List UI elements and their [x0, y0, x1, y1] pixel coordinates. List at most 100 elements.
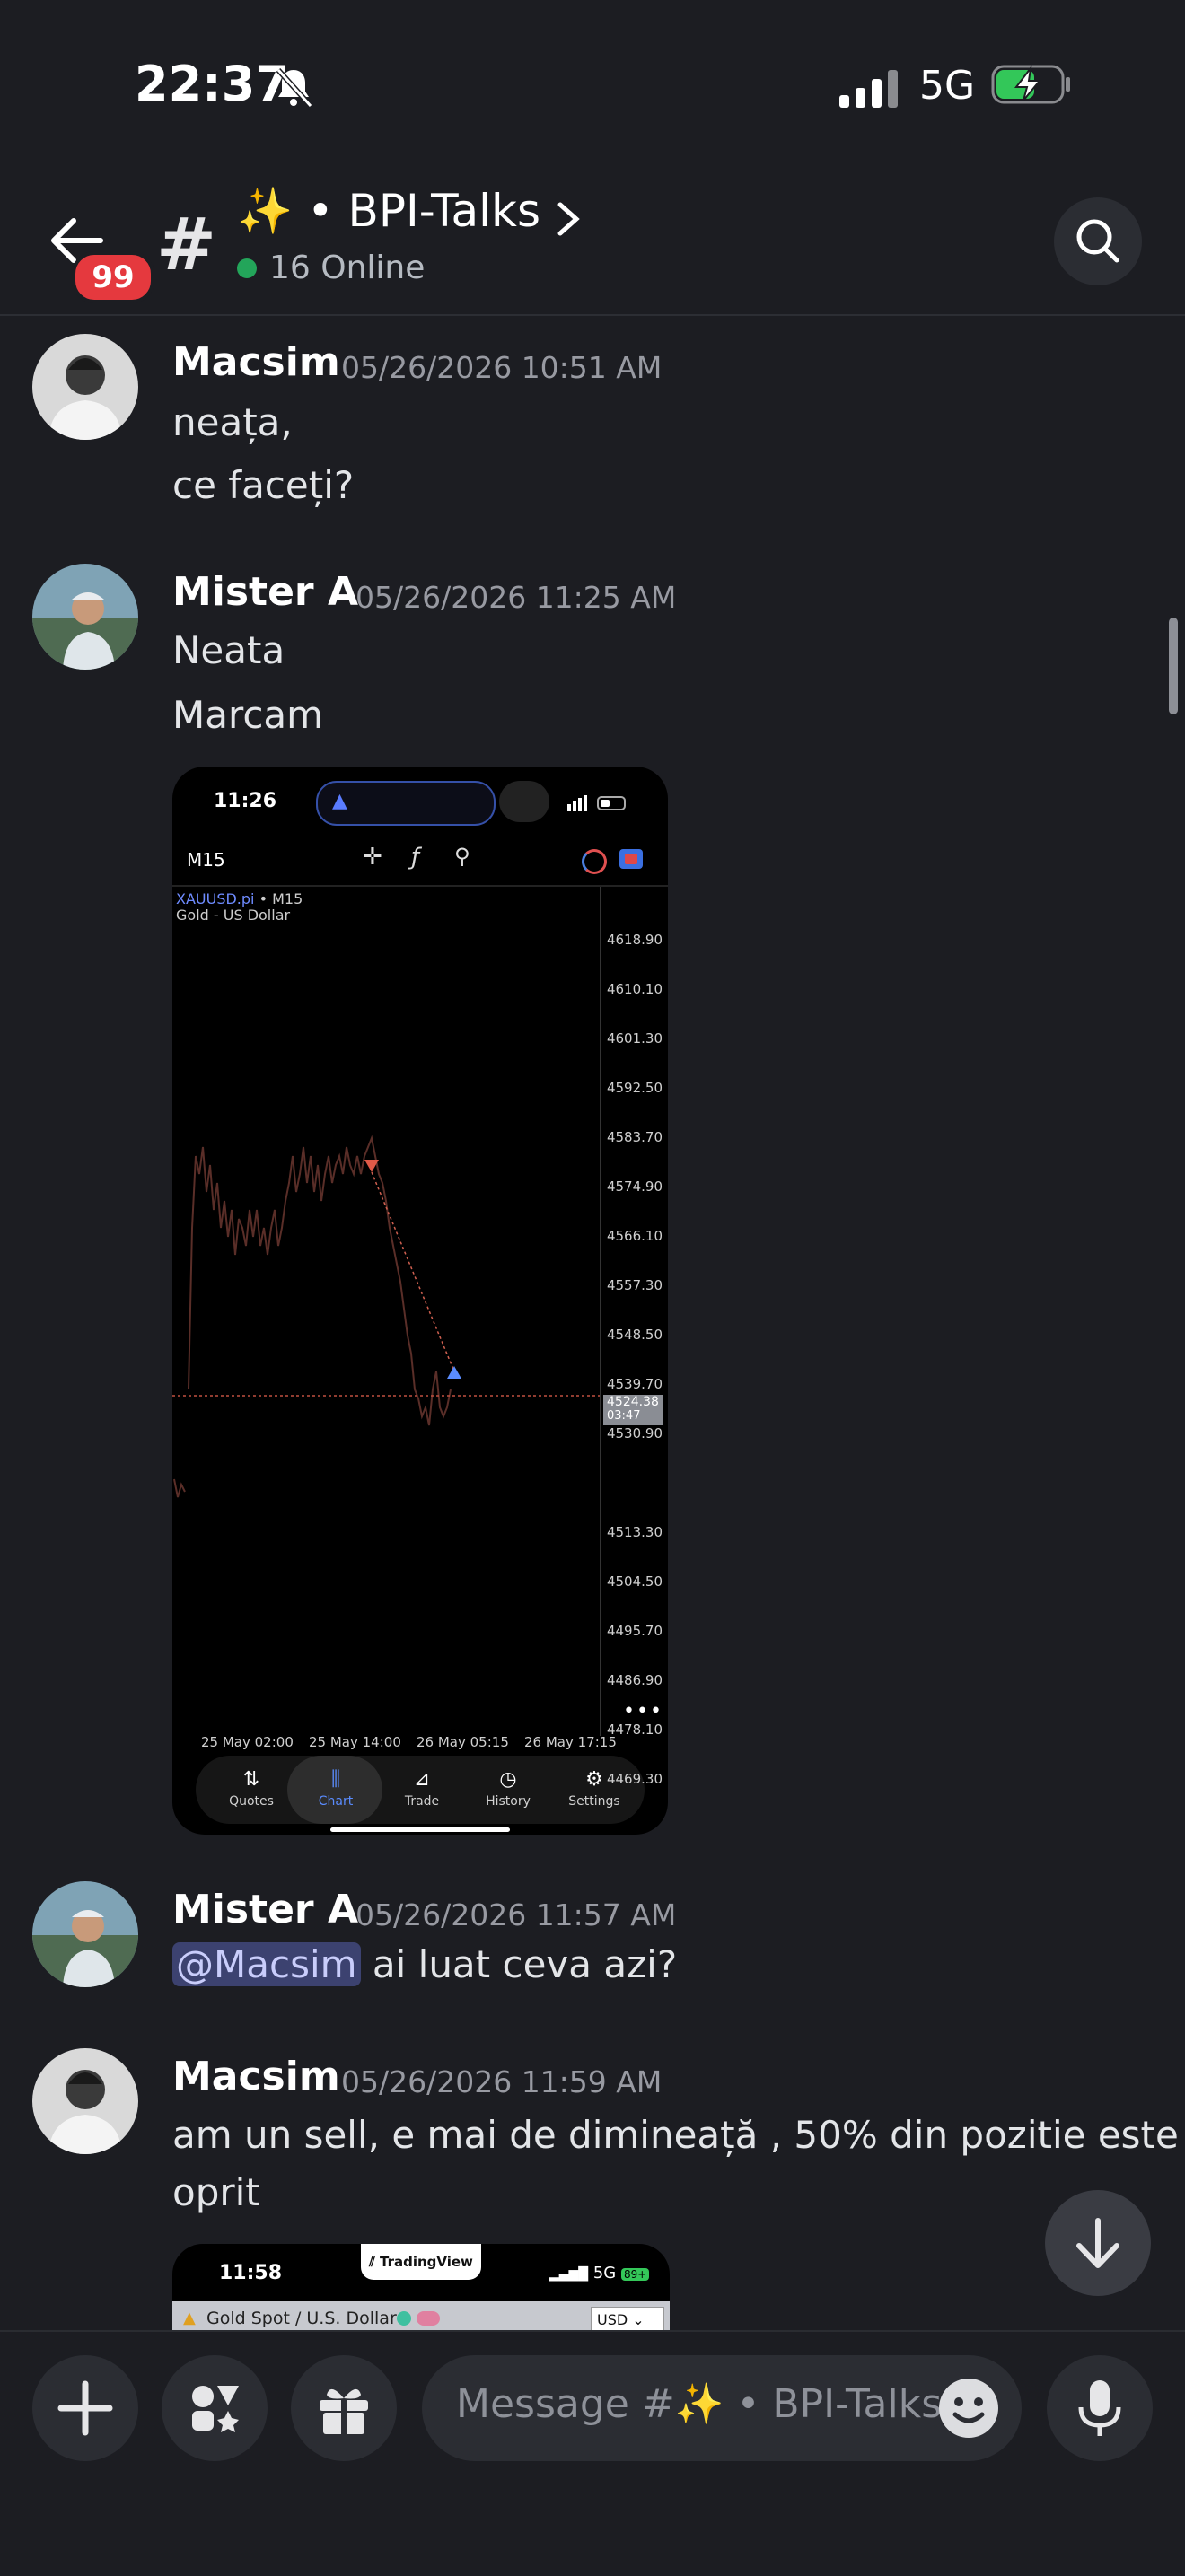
- microphone-icon: [1078, 2380, 1121, 2436]
- message-text: neața,: [172, 400, 293, 444]
- online-status-dot: [237, 258, 257, 278]
- user-mention[interactable]: @Macsim: [172, 1942, 361, 1986]
- price-tick-label: 4610.10: [606, 981, 663, 997]
- message-author[interactable]: Macsim: [172, 339, 340, 385]
- objects-icon[interactable]: ⚲: [454, 844, 470, 869]
- price-tick-label: 4495.70: [606, 1623, 663, 1639]
- signal-icon: [839, 68, 902, 108]
- unread-badge: 99: [72, 251, 154, 303]
- chart-icon: ⫼: [330, 1768, 341, 1791]
- date-tick-label: 25 May 14:00: [309, 1734, 401, 1750]
- voice-message-button[interactable]: [1047, 2355, 1153, 2461]
- currency-select[interactable]: USD ⌄: [591, 2307, 664, 2332]
- current-price-tag: 4524.38 03:47: [603, 1395, 663, 1425]
- date-tick-label: 26 May 17:15: [524, 1734, 617, 1750]
- message-author[interactable]: Macsim: [172, 2054, 340, 2099]
- price-tick-label: 4548.50: [606, 1327, 663, 1343]
- date-tick-label: 25 May 02:00: [201, 1734, 294, 1750]
- price-tick-label: 4618.90: [606, 932, 663, 948]
- apps-icon: [192, 2386, 239, 2432]
- message-timestamp: 05/26/2026 11:25 AM: [356, 580, 677, 615]
- dynamic-island: ▲: [316, 781, 496, 826]
- price-tick-label: 4574.90: [606, 1178, 663, 1195]
- tab-history[interactable]: ◷ History: [467, 1756, 549, 1809]
- price-tick-label: 4601.30: [606, 1030, 663, 1047]
- message-text: Marcam: [172, 693, 324, 737]
- date-tick-label: 26 May 05:15: [417, 1734, 509, 1750]
- message-timestamp: 05/26/2026 11:57 AM: [356, 1897, 677, 1932]
- phone-signal-icon: [567, 795, 630, 815]
- message-timestamp: 05/26/2026 11:59 AM: [341, 2064, 663, 2099]
- price-chart[interactable]: [172, 887, 601, 1736]
- search-button[interactable]: [1054, 197, 1142, 285]
- live-activity-icon: [499, 781, 549, 822]
- more-icon[interactable]: •••: [623, 1700, 663, 1722]
- price-tick-label: 4469.30: [606, 1771, 663, 1787]
- avatar[interactable]: [32, 1881, 138, 1987]
- phone-battery-badge: 89+: [620, 2268, 650, 2281]
- phone-signal-icon: ▂▄▆█: [549, 2267, 589, 2282]
- tab-trade[interactable]: ⊿ Trade: [381, 1756, 463, 1809]
- quotes-icon: ⇅: [242, 1768, 260, 1791]
- gift-icon: [320, 2388, 368, 2434]
- trade-toggle-icon[interactable]: [619, 849, 643, 869]
- message-author[interactable]: Mister A: [172, 1887, 358, 1932]
- price-tick-label: 4539.70: [606, 1376, 663, 1392]
- gold-warning-icon: ▲: [183, 2309, 196, 2327]
- phone-time: 11:26: [214, 790, 277, 812]
- timeframe-label[interactable]: M15: [187, 849, 225, 871]
- gift-button[interactable]: [291, 2355, 397, 2461]
- chevron-right-icon[interactable]: [555, 199, 582, 239]
- tab-quotes[interactable]: ⇅ Quotes: [210, 1756, 293, 1809]
- clock-icon[interactable]: [582, 849, 607, 874]
- header-divider: [0, 314, 1185, 316]
- apps-button[interactable]: [162, 2355, 268, 2461]
- message-author[interactable]: Mister A: [172, 569, 358, 615]
- phone-time: 11:58: [219, 2262, 283, 2284]
- tradingview-pill: ⫽ TradingView: [361, 2244, 481, 2280]
- message-text: oprit: [172, 2170, 260, 2214]
- add-attachment-button[interactable]: [32, 2355, 138, 2461]
- price-tick-label: 4513.30: [606, 1524, 663, 1540]
- tab-chart[interactable]: ⫼ Chart: [294, 1756, 377, 1809]
- avatar[interactable]: [32, 334, 138, 440]
- tab-bar: ⇅ Quotes ⫼ Chart ⊿ Trade ◷ History ⚙ Settings: [196, 1756, 645, 1824]
- message-timestamp: 05/26/2026 10:51 AM: [341, 350, 663, 385]
- channel-hash-icon: #: [156, 203, 217, 286]
- emoji-icon[interactable]: [939, 2379, 998, 2438]
- phone-status: ▂▄▆█ 5G 89+: [549, 2264, 650, 2282]
- status-dot: [397, 2311, 411, 2326]
- message-text: @Macsim ai luat ceva azi?: [172, 1942, 677, 1986]
- indicator-icon[interactable]: ƒ: [411, 844, 419, 871]
- home-indicator: [330, 1827, 510, 1832]
- channel-title[interactable]: ✨ • BPI-Talks: [237, 185, 540, 238]
- price-tick-label: 4566.10: [606, 1228, 663, 1244]
- message-placeholder: Message #✨ • BPI-Talks: [456, 2381, 943, 2427]
- online-count: 16 Online: [269, 250, 426, 286]
- message-text: Neata: [172, 628, 285, 672]
- search-icon: [1076, 219, 1119, 263]
- image-attachment[interactable]: 11:26 ▲ M15 ✛ ƒ ⚲ XAUUSD.pi • M15 Gold -…: [172, 767, 668, 1835]
- tradingview-logo-icon: ⫽: [369, 2254, 380, 2270]
- symbol-title: Gold Spot / U.S. Dollar: [206, 2309, 397, 2328]
- avatar[interactable]: [32, 2048, 138, 2154]
- trade-icon: ⊿: [413, 1768, 431, 1791]
- price-tick-label: 4583.70: [606, 1129, 663, 1145]
- price-tick-label: 4530.90: [606, 1425, 663, 1441]
- jump-to-latest-button[interactable]: [1045, 2190, 1151, 2296]
- message-text: ce faceți?: [172, 463, 355, 507]
- avatar[interactable]: [32, 564, 138, 670]
- battery-charging-icon: [991, 65, 1070, 104]
- navigation-arrow-icon: ▲: [332, 790, 347, 812]
- arrow-down-icon: [1076, 2218, 1119, 2268]
- scrollbar-thumb[interactable]: [1169, 618, 1178, 714]
- message-text: am un sell, e mai de dimineață , 50% din…: [172, 2113, 1179, 2157]
- history-icon: ◷: [499, 1768, 517, 1791]
- crosshair-icon[interactable]: ✛: [363, 844, 382, 871]
- network-label: 5G: [919, 63, 976, 109]
- status-pill: [417, 2311, 440, 2326]
- status-time: 22:37: [135, 56, 289, 112]
- price-tick-label: 4557.30: [606, 1277, 663, 1293]
- price-tick-label: 4504.50: [606, 1573, 663, 1590]
- price-tick-label: 4592.50: [606, 1080, 663, 1096]
